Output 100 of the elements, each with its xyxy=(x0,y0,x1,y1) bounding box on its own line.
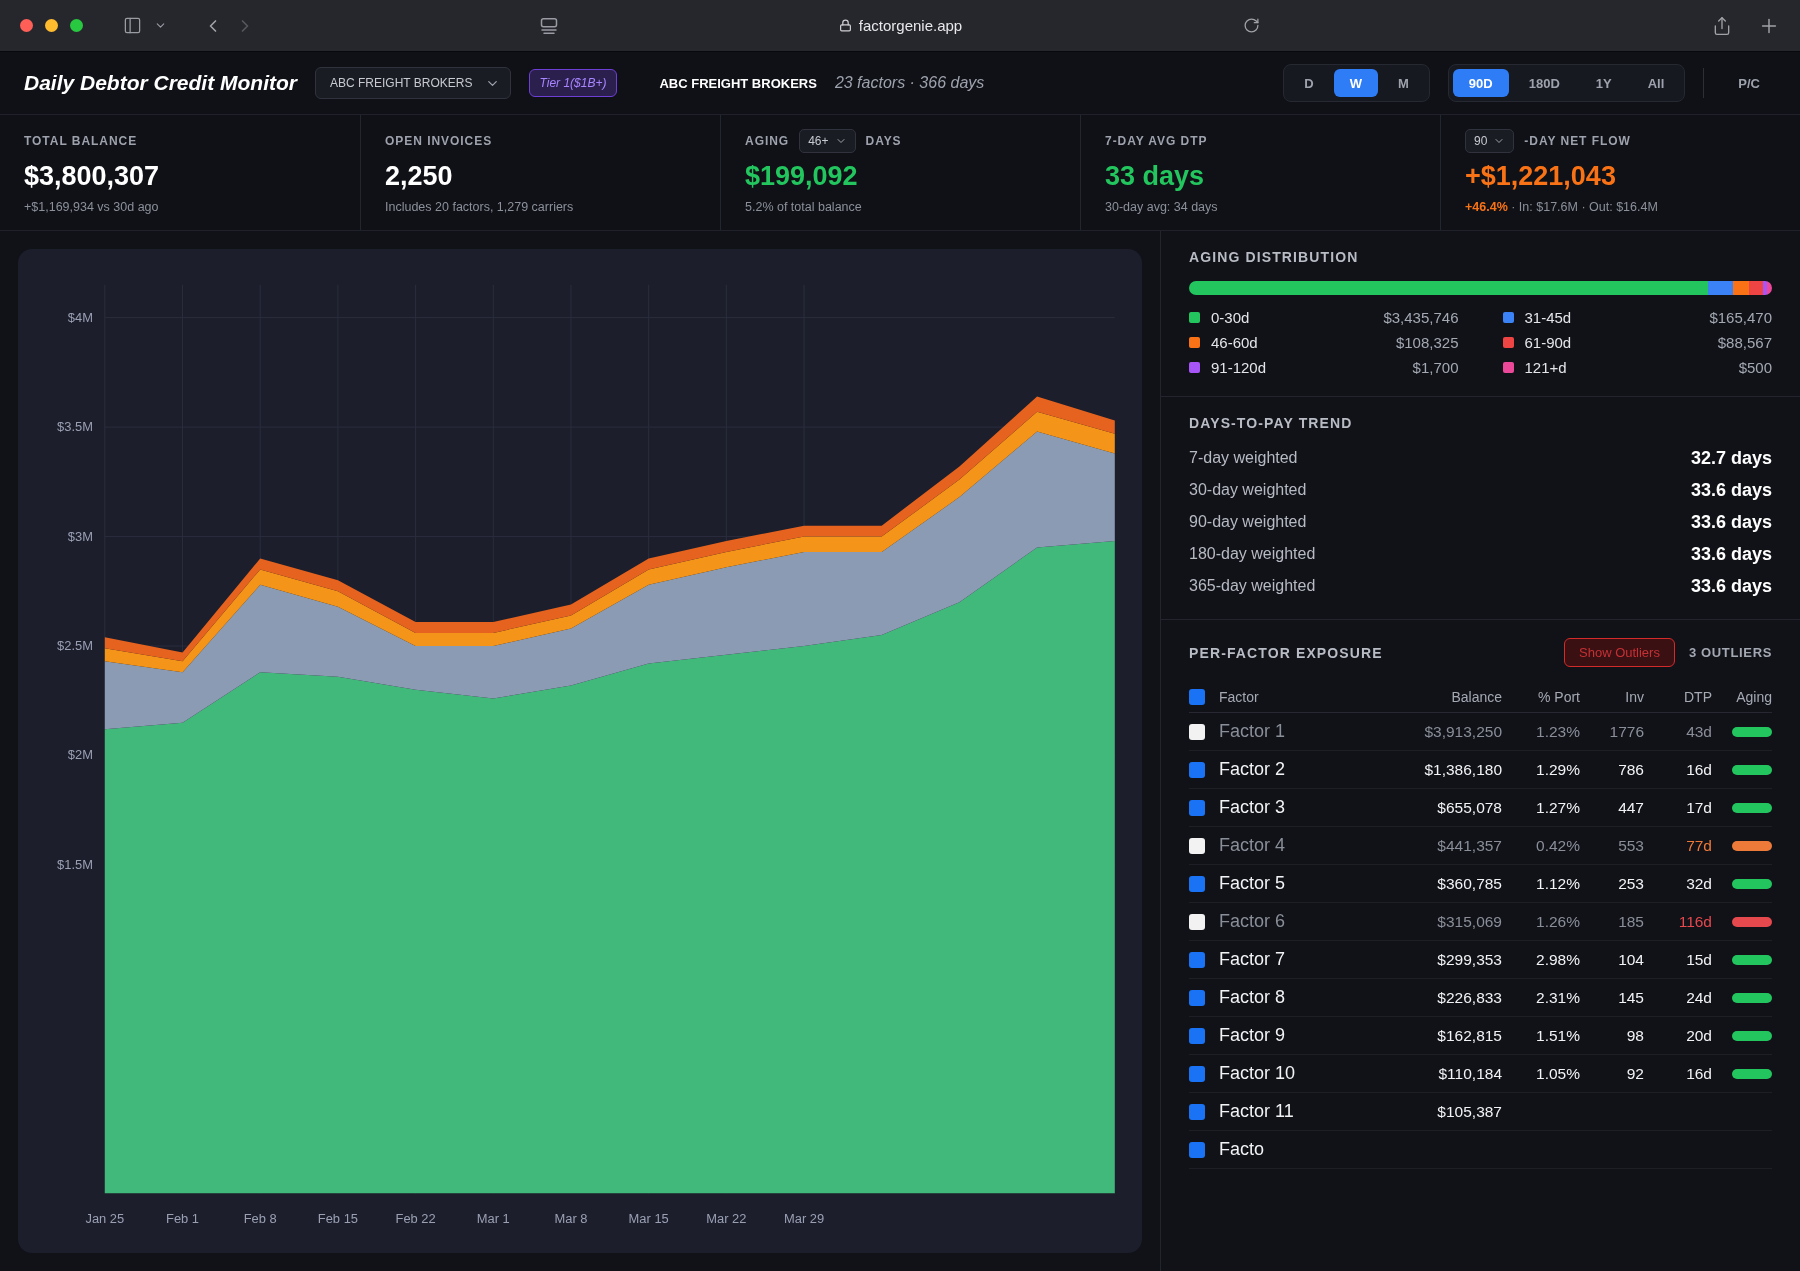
kpi-select[interactable]: 90 xyxy=(1465,129,1515,153)
legend-label: 31-45d xyxy=(1524,309,1572,326)
kpi-note: 5.2% of total balance xyxy=(745,200,863,214)
kpi-value: $3,800,307 xyxy=(24,161,161,192)
row-checkbox[interactable] xyxy=(1189,1027,1205,1044)
dtp-cell-text: 16d xyxy=(1685,760,1712,779)
factor-name: Factor 8 xyxy=(1219,987,1287,1008)
invoice-count-cell-text: 447 xyxy=(1617,798,1644,817)
dtp-cell-text: 77d xyxy=(1685,836,1712,855)
port-cell-text: 1.12% xyxy=(1535,874,1580,893)
kpi-select[interactable]: 46+ xyxy=(799,129,856,153)
x-axis-label: Feb 22 xyxy=(395,1211,436,1227)
kpi-label: TOTAL BALANCE xyxy=(24,134,138,148)
trend-label: 30-day weighted xyxy=(1189,481,1307,499)
pc-toggle[interactable]: P/C xyxy=(1722,69,1776,97)
row-checkbox[interactable] xyxy=(1189,723,1205,740)
invoice-count-cell-text: 1776 xyxy=(1608,722,1644,741)
row-checkbox[interactable] xyxy=(1189,913,1205,930)
trend-label: 90-day weighted xyxy=(1189,513,1307,531)
broker-select[interactable]: ABC FREIGHT BROKERS xyxy=(315,67,511,99)
row-checkbox[interactable] xyxy=(1189,989,1205,1006)
kpi-note: Includes 20 factors, 1,279 carriers xyxy=(385,200,575,214)
tabs-icon[interactable] xyxy=(540,17,558,34)
trend-value: 33.6 days xyxy=(1690,543,1772,565)
kpi-value: 2,250 xyxy=(385,161,454,192)
kpi-value: $199,092 xyxy=(745,161,859,192)
range-tab[interactable]: 1Y xyxy=(1579,69,1628,97)
row-checkbox[interactable] xyxy=(1189,761,1205,778)
balance-cell-text: $110,184 xyxy=(1437,1064,1502,1083)
factor-name: Factor 1 xyxy=(1219,721,1287,742)
select-all-checkbox[interactable] xyxy=(1189,688,1205,705)
range-tab[interactable]: W xyxy=(1333,69,1378,97)
factor-name: Facto xyxy=(1219,1139,1266,1160)
range-tab[interactable]: M xyxy=(1382,69,1425,97)
row-checkbox[interactable] xyxy=(1189,1065,1205,1082)
row-checkbox[interactable] xyxy=(1189,1141,1205,1158)
x-axis-label: Feb 8 xyxy=(243,1211,277,1227)
sidebar-icon[interactable] xyxy=(123,16,142,35)
dtp-cell-text: 32d xyxy=(1685,874,1712,893)
x-axis-label: Mar 22 xyxy=(706,1211,747,1227)
outliers-count: 3 OUTLIERS xyxy=(1688,645,1772,660)
legend-label: 121+d xyxy=(1524,359,1567,376)
y-axis-label: $3M xyxy=(67,528,93,544)
range-tab[interactable]: All xyxy=(1631,69,1681,97)
trend-value: 32.7 days xyxy=(1690,447,1772,469)
factor-name: Factor 5 xyxy=(1219,873,1287,894)
factor-name: Factor 10 xyxy=(1219,1063,1297,1084)
kpi-note: 30-day avg: 34 days xyxy=(1105,200,1219,214)
dtp-cell-text: 43d xyxy=(1685,722,1712,741)
row-checkbox[interactable] xyxy=(1189,875,1205,892)
column-header: Balance xyxy=(1450,688,1502,705)
trend-label: 7-day weighted xyxy=(1189,449,1298,467)
y-axis-label: $2M xyxy=(67,747,93,763)
trend-value: 33.6 days xyxy=(1690,575,1772,597)
factor-name: Factor 7 xyxy=(1219,949,1287,970)
share-icon[interactable] xyxy=(1712,15,1732,36)
balance-cell-text: $226,833 xyxy=(1436,988,1502,1007)
column-header: % Port xyxy=(1537,688,1580,705)
legend-label: 91-120d xyxy=(1211,359,1267,376)
factor-summary: 23 factors · 366 days xyxy=(834,74,985,92)
dtp-cell-text: 17d xyxy=(1685,798,1712,817)
row-checkbox[interactable] xyxy=(1189,799,1205,816)
column-header: Inv xyxy=(1624,688,1644,705)
row-checkbox[interactable] xyxy=(1189,951,1205,968)
row-checkbox[interactable] xyxy=(1189,837,1205,854)
column-header: Aging xyxy=(1735,688,1772,705)
address-bar[interactable]: factorgenie.app xyxy=(838,17,963,34)
x-axis-label: Mar 29 xyxy=(783,1211,825,1227)
x-axis-label: Mar 1 xyxy=(476,1211,510,1227)
kpi-value: 33 days xyxy=(1105,161,1206,192)
invoice-count-cell-text: 98 xyxy=(1625,1026,1644,1045)
broker-name: ABC FREIGHT BROKERS xyxy=(659,75,817,91)
section-title: AGING DISTRIBUTION xyxy=(1189,249,1360,265)
range-tab[interactable]: 180D xyxy=(1512,69,1576,97)
range-tab[interactable]: 90D xyxy=(1452,69,1509,97)
lock-icon xyxy=(838,19,852,32)
section-title: DAYS-TO-PAY TREND xyxy=(1189,415,1354,431)
kpi-label: AGING xyxy=(745,134,790,148)
balance-cell-text: $441,357 xyxy=(1436,836,1502,855)
zoom-button[interactable] xyxy=(70,19,83,32)
factor-name: Factor 2 xyxy=(1219,759,1287,780)
legend-amount: $500 xyxy=(1737,359,1772,376)
close-button[interactable] xyxy=(20,19,33,32)
factor-name: Factor 3 xyxy=(1219,797,1287,818)
y-axis-label: $3.5M xyxy=(57,419,93,435)
legend-amount: $165,470 xyxy=(1708,309,1772,326)
x-axis-label: Mar 8 xyxy=(554,1211,588,1227)
row-checkbox[interactable] xyxy=(1189,1103,1205,1120)
x-axis-label: Jan 25 xyxy=(85,1211,125,1227)
reload-icon[interactable] xyxy=(1243,17,1260,34)
minimize-button[interactable] xyxy=(45,19,58,32)
port-cell-text: 0.42% xyxy=(1535,836,1580,855)
kpi-label: DAYS xyxy=(865,134,902,148)
y-axis-label: $2.5M xyxy=(57,638,93,653)
balance-cell-text: $1,386,180 xyxy=(1423,760,1502,779)
kpi-label: 7-DAY AVG DTP xyxy=(1105,134,1208,148)
invoice-count-cell-text: 104 xyxy=(1617,950,1644,969)
dtp-cell-text: 20d xyxy=(1685,1026,1712,1045)
range-tab[interactable]: D xyxy=(1288,69,1330,97)
kpi-note: +46.4% · In: $17.6M · Out: $16.4M xyxy=(1465,200,1659,214)
